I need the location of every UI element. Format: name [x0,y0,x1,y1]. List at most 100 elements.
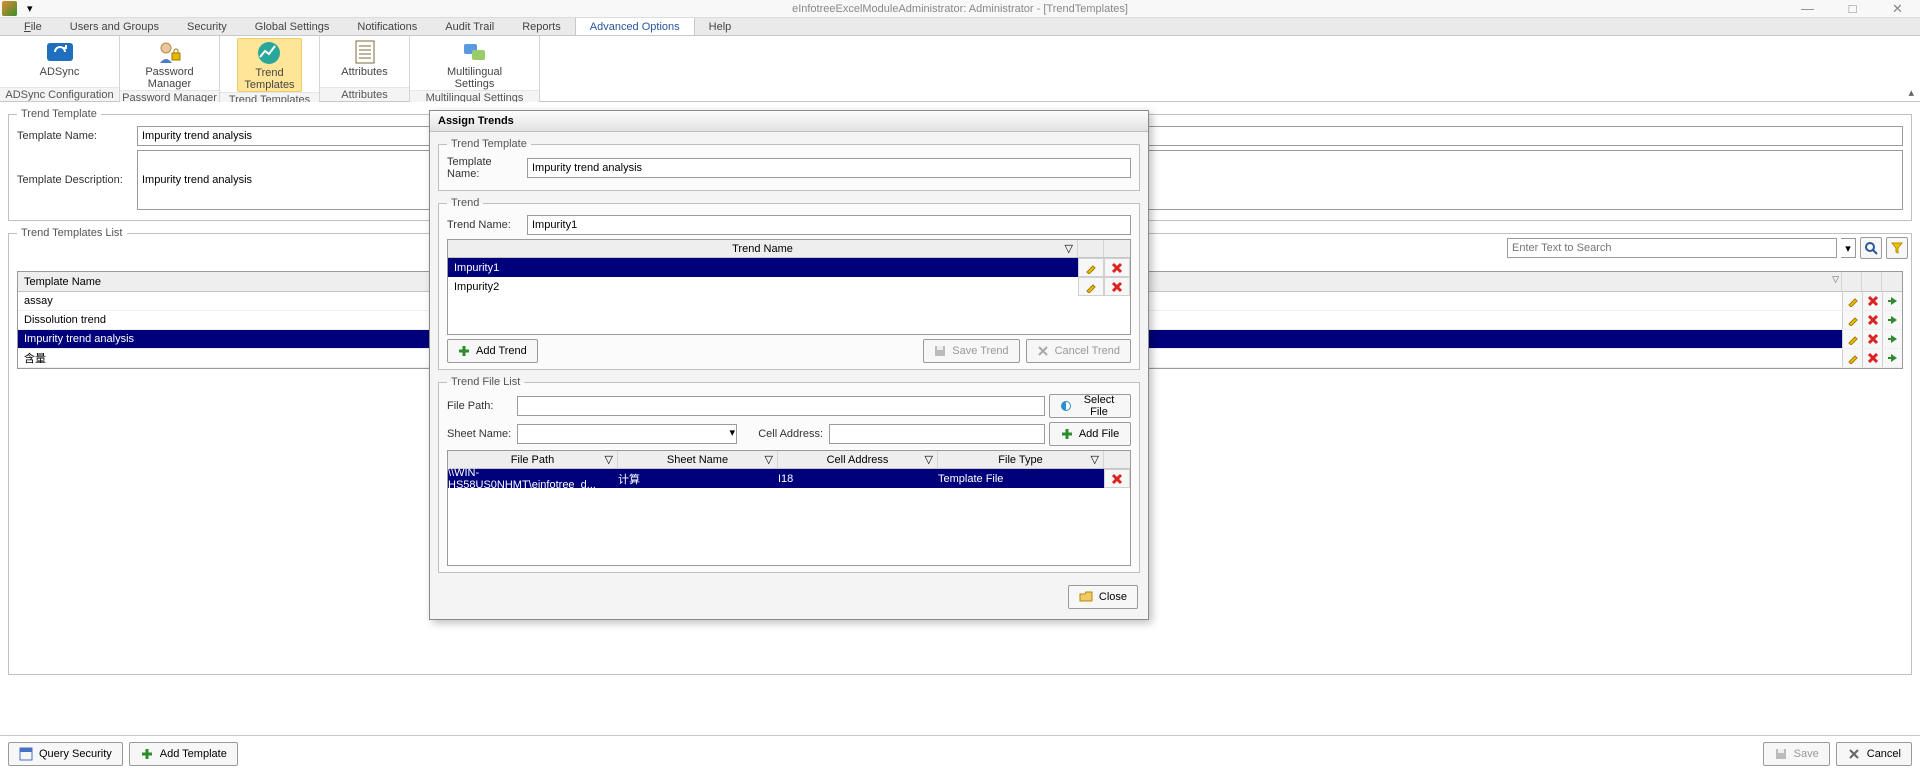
edit-row-button[interactable] [1078,258,1104,277]
close-dialog-button[interactable]: Close [1068,585,1138,609]
menu-reports[interactable]: Reports [508,18,575,35]
delete-row-button[interactable] [1104,469,1130,488]
menu-security[interactable]: Security [173,18,241,35]
browse-icon [1060,400,1072,412]
table-row[interactable]: Impurity2 [448,277,1130,296]
group-legend: Trend [447,197,483,209]
cell-sheet-name: 计算 [618,471,778,487]
table-row[interactable]: \\WIN-HS58US0NHMT\einfotree_d... 计算 I18 … [448,469,1130,488]
file-path-input[interactable] [517,396,1045,416]
menu-audit-trail[interactable]: Audit Trail [431,18,508,35]
assign-row-button[interactable] [1882,330,1902,348]
edit-row-button[interactable] [1842,330,1862,348]
menu-help[interactable]: Help [695,18,746,35]
add-template-button[interactable]: Add Template [129,742,238,766]
edit-row-button[interactable] [1078,277,1104,296]
qat-dropdown[interactable]: ▾ [21,1,39,16]
search-input[interactable] [1507,238,1837,258]
column-header-trend-name[interactable]: Trend Name ▽ [448,240,1078,257]
table-row[interactable]: Impurity1 [448,258,1130,277]
menu-users-and-groups[interactable]: Users and Groups [56,18,173,35]
trend-grid: Trend Name ▽ Impurity1 Impurity2 [447,239,1131,335]
save-icon [1774,747,1788,761]
column-header-sheet-name[interactable]: Sheet Name▽ [618,451,778,468]
ribbon-attributes[interactable]: Attributes [335,38,395,78]
window-title: eInfotreeExcelModuleAdministrator: Admin… [0,3,1920,15]
edit-row-button[interactable] [1842,349,1862,367]
delete-row-button[interactable] [1104,258,1130,277]
template-description-label: Template Description: [17,174,137,186]
column-filter-icon[interactable]: ▽ [1832,274,1839,285]
column-header-file-path[interactable]: File Path▽ [448,451,618,468]
menu-advanced-options[interactable]: Advanced Options [575,18,695,35]
cell-file-path: \\WIN-HS58US0NHMT\einfotree_d... [448,467,618,491]
sheet-name-dropdown[interactable]: ▾ [729,426,735,439]
cancel-trend-button[interactable]: Cancel Trend [1026,339,1131,363]
add-file-button[interactable]: Add File [1049,422,1131,446]
ribbon-label: Multilingual Settings [447,66,502,90]
close-button[interactable]: ✕ [1875,0,1920,17]
save-button[interactable]: Save [1763,742,1830,766]
filter-button[interactable] [1886,237,1908,259]
menu-global-settings[interactable]: Global Settings [241,18,344,35]
group-legend: Trend Template [17,108,101,120]
dialog-trend-template-group: Trend Template Template Name: [438,138,1140,191]
column-header-file-type[interactable]: File Type▽ [938,451,1104,468]
ribbon-multilingual-settings[interactable]: Multilingual Settings [441,38,508,90]
column-filter-icon[interactable]: ▽ [925,453,933,466]
trend-name-input[interactable] [527,215,1131,235]
cancel-button[interactable]: Cancel [1836,742,1912,766]
save-trend-button[interactable]: Save Trend [923,339,1019,363]
cell-file-type: Template File [938,473,1104,485]
delete-row-button[interactable] [1862,349,1882,367]
save-icon [934,345,946,357]
plus-icon [140,747,154,761]
edit-row-button[interactable] [1842,292,1862,310]
adsync-icon [44,38,76,66]
sheet-name-input[interactable] [517,424,737,444]
ribbon-adsync[interactable]: ADSync [30,38,90,78]
delete-row-button[interactable] [1104,277,1130,296]
dialog-template-name-input[interactable] [527,158,1131,178]
ribbon-collapse-icon[interactable]: ▴ [1908,86,1914,99]
cell-cell-address: I18 [778,473,938,485]
column-filter-icon[interactable]: ▽ [1065,242,1073,255]
ribbon-label: Attributes [341,66,387,78]
search-dropdown[interactable]: ▾ [1841,238,1856,258]
quick-access-toolbar: ▾ [21,1,39,16]
column-header-assign [1882,272,1902,291]
maximize-button[interactable]: □ [1830,0,1875,17]
column-filter-icon[interactable]: ▽ [1091,453,1099,466]
query-security-button[interactable]: Query Security [8,742,123,766]
assign-row-button[interactable] [1882,292,1902,310]
delete-row-button[interactable] [1862,311,1882,329]
column-filter-icon[interactable]: ▽ [605,453,613,466]
ribbon-trend-templates[interactable]: Trend Templates [237,38,301,92]
plus-icon [1061,428,1073,440]
delete-row-button[interactable] [1862,292,1882,310]
ribbon-group-label: ADSync Configuration [0,87,119,101]
cell-trend-name: Impurity1 [448,262,1078,274]
minimize-button[interactable]: — [1785,0,1830,17]
edit-row-button[interactable] [1842,311,1862,329]
delete-row-button[interactable] [1862,330,1882,348]
menu-file[interactable]: File [10,18,56,35]
select-file-button[interactable]: Select File [1049,394,1131,418]
column-header-delete [1862,272,1882,291]
column-header-delete [1104,451,1130,468]
query-security-icon [19,747,33,761]
trend-templates-icon [253,39,285,67]
search-button[interactable] [1860,237,1882,259]
multilingual-icon [459,38,491,66]
menu-notifications[interactable]: Notifications [343,18,431,35]
assign-row-button[interactable] [1882,311,1902,329]
ribbon-label: Password Manager [145,66,193,90]
ribbon-password-manager[interactable]: Password Manager [139,38,199,90]
group-legend: Trend Templates List [17,227,127,239]
add-trend-button[interactable]: Add Trend [447,339,538,363]
column-header-cell-address[interactable]: Cell Address▽ [778,451,938,468]
cell-address-input[interactable] [829,424,1045,444]
assign-row-button[interactable] [1882,349,1902,367]
sheet-name-label: Sheet Name: [447,428,517,440]
column-filter-icon[interactable]: ▽ [765,453,773,466]
